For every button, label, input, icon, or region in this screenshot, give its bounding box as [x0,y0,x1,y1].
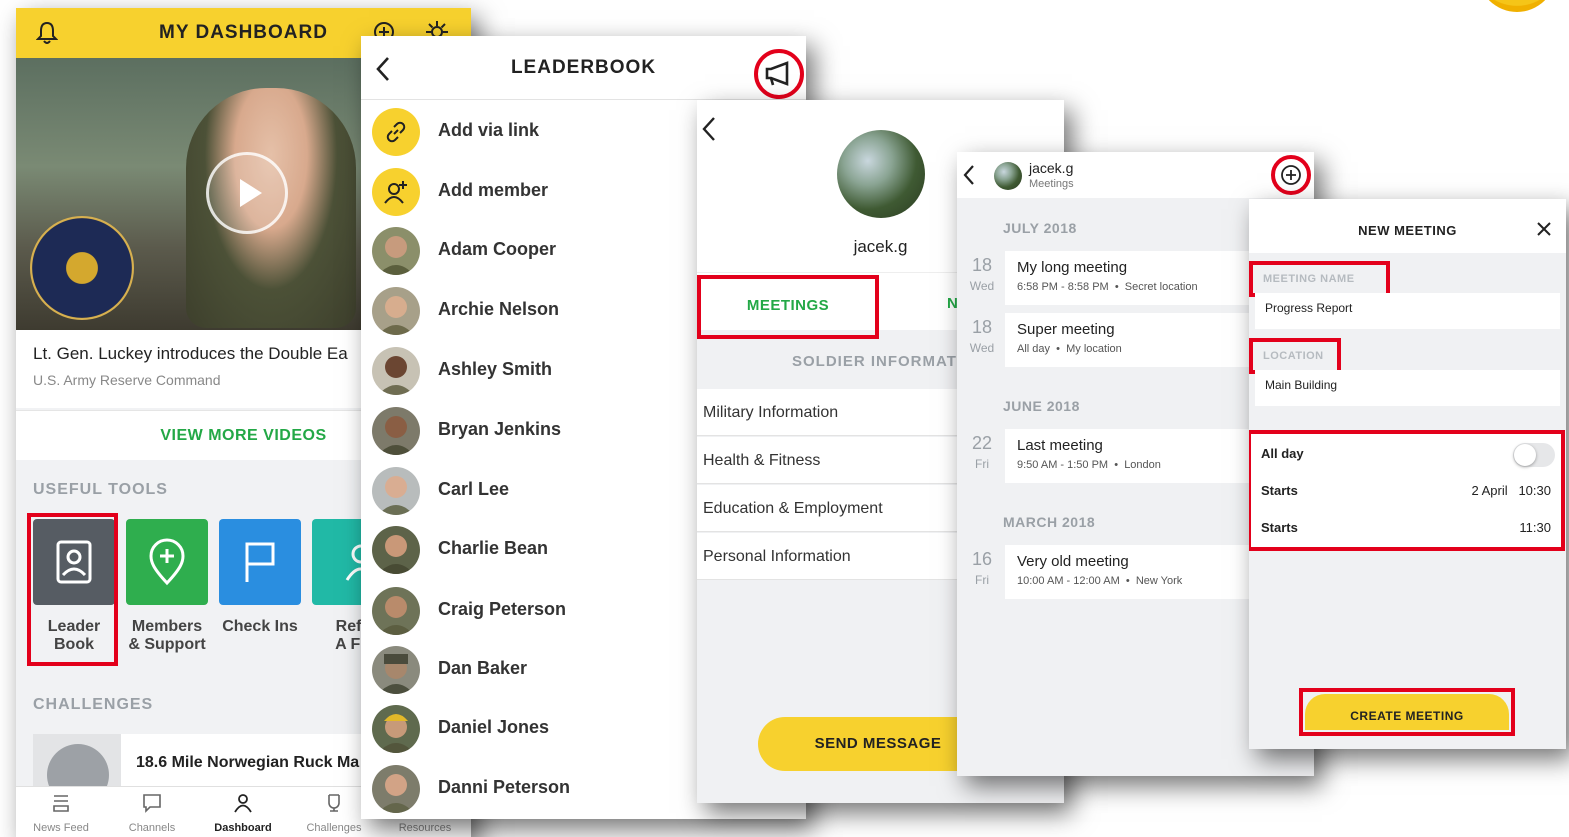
all-day-toggle[interactable] [1513,443,1555,467]
avatar [372,705,420,753]
meeting-details: All day • My location [1017,343,1122,355]
back-icon[interactable] [701,116,717,147]
ends-value[interactable]: 11:30 [1519,520,1551,535]
member-name: Ashley Smith [438,359,553,379]
row-label: Add via link [438,120,540,140]
avatar [372,587,420,635]
meeting-name: Last meeting [1017,437,1103,454]
month-heading: JUNE 2018 [1003,398,1080,414]
page-title: MY DASHBOARD [159,22,328,43]
row-label: Add member [438,180,549,200]
add-meeting-icon[interactable] [1271,155,1311,195]
map-pin-plus-icon [149,538,185,586]
meeting-day: 16 [971,549,993,569]
back-icon[interactable] [375,56,391,87]
ends-label: Starts [1261,520,1298,535]
tool-label-check-ins: Check Ins [222,618,298,635]
tool-label-leader-book: Leader Book [47,618,101,653]
tool-members-support[interactable] [126,519,208,605]
member-name: Craig Peterson [438,599,567,619]
meetings-username: jacek.g [1029,160,1074,176]
member-name: Bryan Jenkins [438,419,562,439]
meeting-weekday: Wed [969,279,995,293]
meeting-name: Super meeting [1017,321,1115,338]
meeting-name-label: MEETING NAME [1249,261,1390,297]
new-meeting-screen: NEW MEETING MEETING NAME Progress Report… [1249,199,1566,749]
link-icon [372,108,420,156]
meeting-day: 22 [971,433,993,453]
avatar [372,467,420,515]
meeting-weekday: Wed [969,341,995,355]
avatar [837,130,925,218]
new-meeting-header: NEW MEETING [1249,199,1566,253]
nav-dashboard[interactable]: Dashboard [198,793,288,834]
challenges-icon [328,794,340,812]
location-label: LOCATION [1249,338,1341,374]
avatar [372,347,420,395]
meeting-name: My long meeting [1017,259,1128,276]
member-name: Archie Nelson [438,299,560,319]
megaphone-icon[interactable] [754,49,804,99]
tool-check-ins[interactable] [219,519,301,605]
starts-label: Starts [1261,483,1298,498]
page-title: NEW MEETING [1358,223,1457,238]
starts-value[interactable]: 2 April 10:30 [1471,483,1551,498]
useful-tools-heading: USEFUL TOOLS [33,481,168,498]
close-icon[interactable] [1536,221,1552,237]
news-feed-icon [53,795,69,812]
challenges-heading: CHALLENGES [33,696,154,713]
tool-label-members-support: Members & Support [128,618,206,653]
dashboard-icon [234,794,252,813]
play-icon[interactable] [206,152,288,234]
flag-icon [245,542,275,582]
avatar [372,287,420,335]
tab-meetings[interactable]: MEETINGS [697,275,879,339]
view-more-videos-label: VIEW MORE VIDEOS [160,427,327,444]
date-time-section: All day Starts 2 April 10:30 Starts 11:3… [1249,430,1565,551]
meeting-name: Very old meeting [1017,553,1129,570]
meeting-details: 10:00 AM - 12:00 AM • New York [1017,575,1183,587]
meetings-header: jacek.g Meetings [957,152,1314,198]
channels-icon [143,794,161,813]
avatar [994,162,1022,190]
army-reserve-seal [30,216,134,320]
member-name: Adam Cooper [438,239,557,259]
nav-news-feed[interactable]: News Feed [16,793,106,834]
member-name: Dan Baker [438,658,528,678]
month-heading: MARCH 2018 [1003,514,1096,530]
meeting-weekday: Fri [975,457,989,471]
add-person-icon [372,168,420,216]
member-name: Charlie Bean [438,538,549,558]
meetings-subtitle: Meetings [1029,178,1074,190]
leaderbook-header: LEADERBOOK [361,36,806,100]
location-field[interactable]: Main Building [1255,370,1560,406]
avatar [372,526,420,574]
all-day-label: All day [1261,446,1304,461]
meeting-weekday: Fri [975,573,989,587]
month-heading: JULY 2018 [1003,220,1077,236]
create-meeting-label: CREATE MEETING [1305,694,1509,730]
meeting-day: 18 [971,317,993,337]
member-name: Carl Lee [438,479,510,499]
meeting-day: 18 [971,255,993,275]
challenge-title: 18.6 Mile Norwegian Ruck Ma [136,754,360,771]
bell-icon[interactable] [35,21,59,50]
member-name: Daniel Jones [438,717,550,737]
nav-channels[interactable]: Channels [107,793,197,834]
meeting-name-field[interactable]: Progress Report [1255,293,1560,329]
meeting-details: 9:50 AM - 1:50 PM • London [1017,459,1161,471]
back-icon[interactable] [962,164,976,191]
avatar [372,646,420,694]
meeting-details: 6:58 PM - 8:58 PM • Secret location [1017,281,1198,293]
avatar [372,407,420,455]
page-title: LEADERBOOK [510,56,657,78]
member-name: Danni Peterson [438,777,571,797]
create-meeting-button[interactable]: CREATE MEETING [1299,688,1515,736]
avatar [372,227,420,275]
army-reserve-logo [1478,0,1556,12]
avatar [372,765,420,813]
